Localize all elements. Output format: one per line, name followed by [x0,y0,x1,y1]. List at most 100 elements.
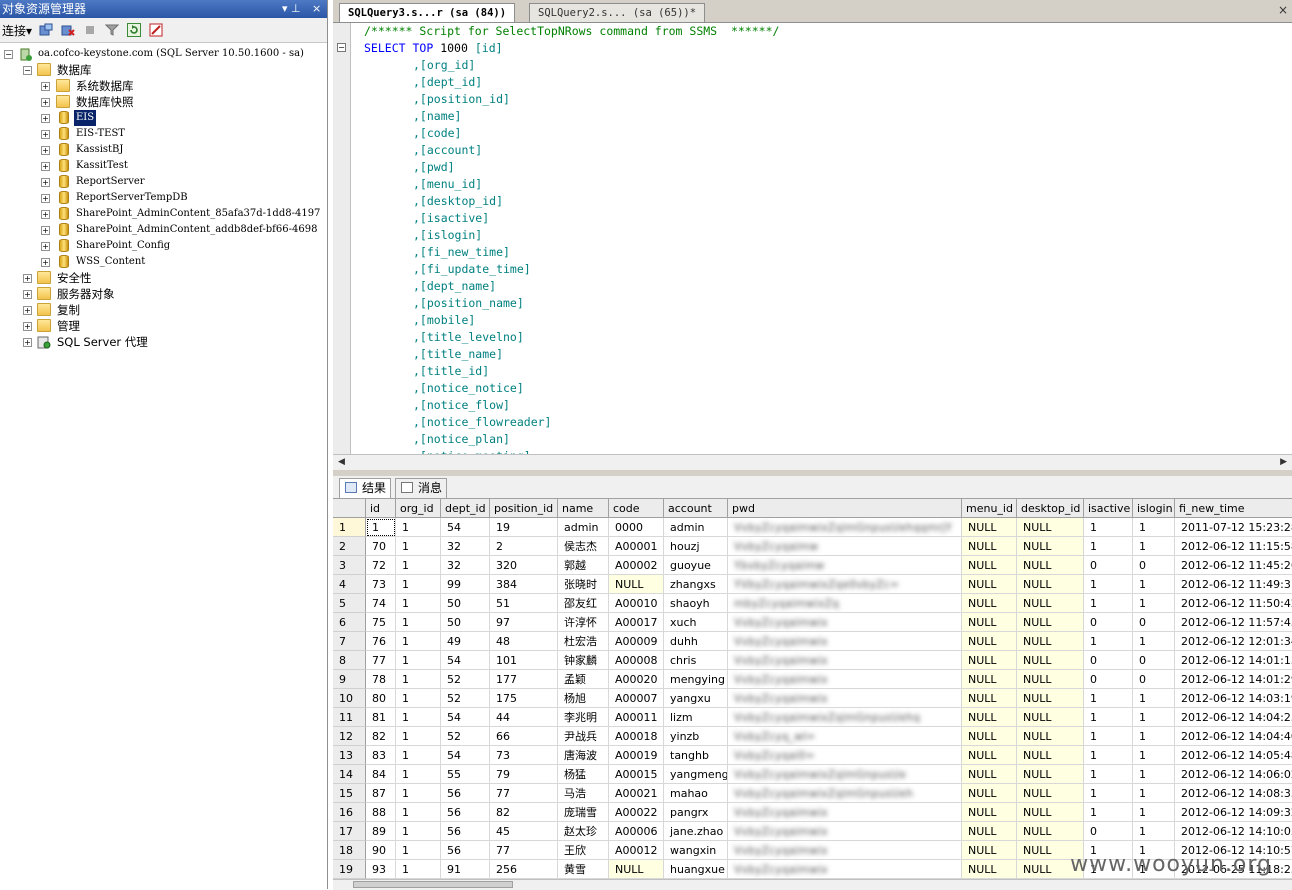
row-header[interactable]: 12 [333,727,366,746]
expand-icon[interactable]: + [41,114,50,123]
grid-cell[interactable]: 32 [441,556,490,575]
expand-icon[interactable]: + [41,146,50,155]
grid-cell[interactable]: VvbyZcyqaimwix [728,860,962,879]
grid-cell[interactable]: 79 [490,765,558,784]
grid-cell[interactable]: 1 [396,632,441,651]
grid-cell[interactable]: NULL [1017,537,1084,556]
grid-cell[interactable]: 马浩 [558,784,609,803]
grid-cell[interactable]: 1 [1133,689,1175,708]
expand-icon[interactable]: + [41,194,50,203]
refresh-icon[interactable] [126,22,142,38]
grid-cell[interactable]: 赵太珍 [558,822,609,841]
grid-cell[interactable]: guoyue [664,556,728,575]
tree-node-server-objects[interactable]: + 服务器对象 [0,286,327,302]
tree-node-db[interactable]: + ReportServer [0,174,327,190]
grid-cell[interactable]: admin [558,518,609,537]
grid-cell[interactable]: 2012-06-12 11:50:42.0 [1175,594,1292,613]
grid-cell[interactable]: NULL [1017,594,1084,613]
grid-cell[interactable]: 1 [1084,765,1133,784]
column-header[interactable]: code [609,499,664,518]
grid-cell[interactable]: jane.zhao [664,822,728,841]
grid-cell[interactable]: NULL [962,803,1017,822]
grid-cell[interactable]: NULL [1017,575,1084,594]
expand-icon[interactable]: + [23,338,32,347]
grid-cell[interactable]: 32 [441,537,490,556]
grid-cell[interactable]: A00011 [609,708,664,727]
grid-cell[interactable]: YVbyZcyqaimwixZqe0vbyZc= [728,575,962,594]
grid-cell[interactable]: 0 [1133,651,1175,670]
connect-button[interactable]: 连接▾ [2,22,32,39]
grid-cell[interactable]: 66 [490,727,558,746]
tab-results[interactable]: 结果 [339,478,392,498]
grid-cell[interactable]: 杨猛 [558,765,609,784]
grid-cell[interactable]: 177 [490,670,558,689]
grid-cell[interactable]: 1 [1084,803,1133,822]
scroll-right-icon[interactable]: ▶ [1280,457,1287,467]
editor-horizontal-scrollbar[interactable]: ◀ ▶ [333,454,1292,471]
grid-cell[interactable]: 2012-06-12 14:03:19.0 [1175,689,1292,708]
row-header[interactable]: 18 [333,841,366,860]
grid-cell[interactable]: 杜宏浩 [558,632,609,651]
grid-cell[interactable]: 84 [366,765,396,784]
grid-cell[interactable]: 1 [1133,594,1175,613]
grid-cell[interactable]: 钟家麟 [558,651,609,670]
grid-cell[interactable]: 1 [396,727,441,746]
grid-cell[interactable]: mengying [664,670,728,689]
expand-icon[interactable]: + [23,274,32,283]
row-header[interactable]: 14 [333,765,366,784]
grid-cell[interactable]: 101 [490,651,558,670]
grid-cell[interactable]: 70 [366,537,396,556]
grid-cell[interactable]: NULL [1017,746,1084,765]
grid-cell[interactable]: 19 [490,518,558,537]
column-header[interactable]: org_id [396,499,441,518]
grid-cell[interactable]: A00021 [609,784,664,803]
grid-cell[interactable]: NULL [962,518,1017,537]
grid-cell[interactable]: A00002 [609,556,664,575]
grid-cell[interactable]: 54 [441,746,490,765]
grid-cell[interactable]: 87 [366,784,396,803]
grid-cell[interactable]: NULL [962,575,1017,594]
grid-cell[interactable]: 1 [1084,537,1133,556]
expand-icon[interactable]: + [23,322,32,331]
grid-cell[interactable]: NULL [1017,518,1084,537]
grid-cell[interactable]: NULL [962,784,1017,803]
grid-cell[interactable]: 张晓时 [558,575,609,594]
grid-cell[interactable]: NULL [962,613,1017,632]
grid-cell[interactable]: 1 [1084,518,1133,537]
grid-cell[interactable]: huangxue [664,860,728,879]
grid-cell[interactable]: 0 [1133,670,1175,689]
grid-cell[interactable]: VvbyZcyqaimwixZqimGnpusUehqqmrjY [728,518,962,537]
grid-cell[interactable]: mahao [664,784,728,803]
grid-cell[interactable]: 56 [441,822,490,841]
row-header[interactable]: 7 [333,632,366,651]
row-header[interactable]: 5 [333,594,366,613]
grid-cell[interactable]: wangxin [664,841,728,860]
row-header[interactable]: 19 [333,860,366,879]
expand-icon[interactable]: + [41,82,50,91]
tree-node-db[interactable]: + KassistBJ [0,142,327,158]
grid-cell[interactable]: 384 [490,575,558,594]
scroll-left-icon[interactable]: ◀ [338,457,345,467]
grid-cell[interactable]: 许淳怀 [558,613,609,632]
grid-cell[interactable]: 83 [366,746,396,765]
grid-cell[interactable]: 0 [1133,556,1175,575]
expand-icon[interactable]: + [41,258,50,267]
grid-cell[interactable]: VvbyZcyqaimw [728,537,962,556]
grid-cell[interactable]: VvbyZcyqaimwix [728,632,962,651]
column-header[interactable]: dept_id [441,499,490,518]
grid-cell[interactable]: 2012-06-12 14:01:13.0 [1175,651,1292,670]
grid-cell[interactable]: NULL [1017,651,1084,670]
grid-cell[interactable]: 1 [396,841,441,860]
tree-node-database-snapshots[interactable]: + 数据库快照 [0,94,327,110]
grid-cell[interactable]: 0 [1084,613,1133,632]
grid-cell[interactable]: 1 [396,575,441,594]
grid-cell[interactable]: 2012-06-12 14:09:32.0 [1175,803,1292,822]
grid-cell[interactable]: 2011-07-12 15:23:28.0 [1175,518,1292,537]
row-header[interactable]: 4 [333,575,366,594]
grid-cell[interactable]: NULL [1017,556,1084,575]
grid-cell[interactable]: lizm [664,708,728,727]
grid-cell[interactable]: 李兆明 [558,708,609,727]
grid-cell[interactable]: tanghb [664,746,728,765]
grid-cell[interactable]: houzj [664,537,728,556]
grid-cell[interactable]: NULL [962,556,1017,575]
